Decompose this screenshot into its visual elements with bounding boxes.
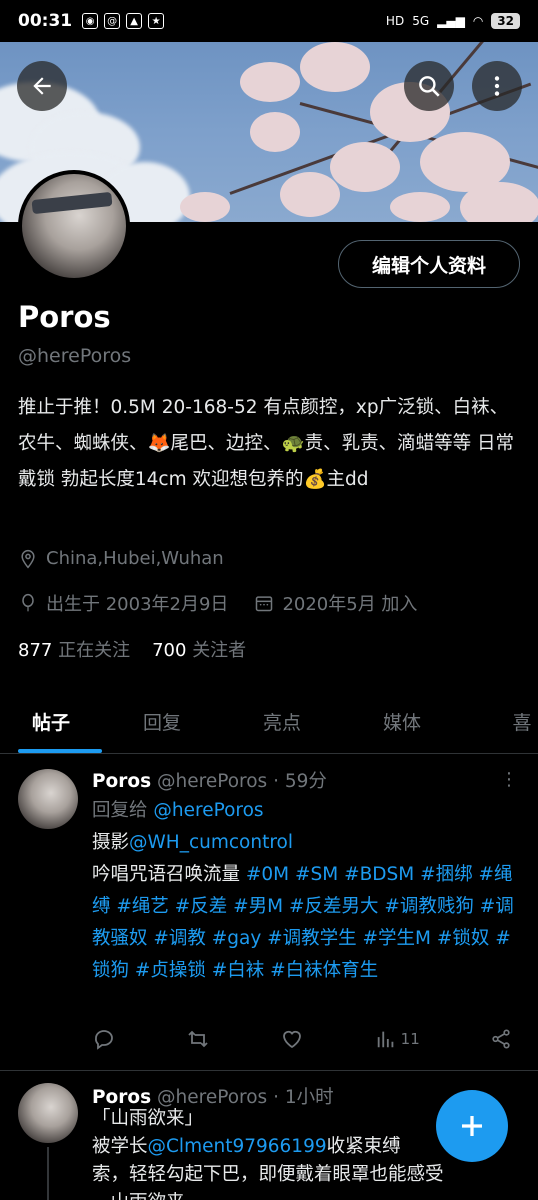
qq-icon: ◉ — [82, 13, 99, 29]
status-time: 00:31 — [18, 11, 73, 31]
game-icon: ★ — [148, 13, 165, 29]
tab-likes[interactable]: 喜 — [462, 690, 538, 753]
network-label: 5G — [412, 14, 430, 28]
more-vertical-icon — [494, 76, 500, 96]
profile-name: Poros — [18, 300, 111, 334]
post-more-icon[interactable]: ⋮ — [500, 769, 518, 790]
birthday-text: 出生于 2003年2月9日 — [46, 594, 229, 615]
joined-text: 2020年5月 加入 — [282, 594, 418, 615]
post-author-handle: @herePoros — [157, 771, 268, 792]
post-text: 回复给 @herePoros 摄影@WH_cumcontrol 吟唱咒语召唤流量… — [92, 795, 522, 987]
post-line2-rest: 收紧束缚 — [326, 1136, 401, 1157]
reply-mention-link[interactable]: @herePoros — [153, 800, 263, 821]
system-icons: HD 5G ▂▄▆ ◠ 32 — [386, 13, 520, 29]
status-bar: 00:31 ◉ @ ▲ ★ HD 5G ▂▄▆ ◠ 32 — [0, 0, 538, 42]
post-item[interactable]: Poros @herePoros · 59分 ⋮ 回复给 @herePoros … — [0, 755, 538, 1070]
followers-link[interactable]: 700 关注者 — [152, 636, 246, 662]
post-line4: …山雨欲来 … — [92, 1189, 522, 1200]
comment-icon — [95, 1030, 113, 1050]
plus-icon — [462, 1116, 482, 1136]
profile-handle: @herePoros — [18, 345, 132, 367]
thread-line — [47, 1147, 49, 1200]
profile-avatar[interactable] — [18, 170, 130, 282]
reply-button[interactable] — [92, 1027, 116, 1051]
post-line3: 索，轻轻勾起下巴，即便戴着眼罩也能感受 — [92, 1164, 444, 1185]
post-line2-text: 被学长 — [92, 1136, 148, 1157]
follow-stats: 877 正在关注 700 关注者 — [18, 636, 246, 662]
followers-count: 700 — [152, 640, 187, 661]
repost-icon — [188, 1030, 208, 1048]
tab-media[interactable]: 媒体 — [342, 690, 462, 753]
post-line1-text: 摄影 — [92, 832, 130, 853]
signal-icon: ▂▄▆ — [437, 14, 465, 28]
mention-link[interactable]: @WH_cumcontrol — [129, 832, 293, 853]
post-header: Poros @herePoros · 59分 — [92, 767, 327, 793]
dates-row: 出生于 2003年2月9日 2020年5月 加入 — [18, 590, 417, 616]
post-actions: 11 — [92, 1027, 512, 1051]
profile-bio: 推止于推！0.5M 20-168-52 有点颜控，xp广泛锁、白袜、农牛、蜘蛛侠… — [18, 397, 514, 490]
post-avatar[interactable] — [18, 1083, 78, 1143]
notification-icons: ◉ @ ▲ ★ — [82, 13, 165, 29]
at-icon: @ — [104, 13, 121, 29]
views-button[interactable]: 11 — [375, 1027, 420, 1051]
bar-chart-icon — [377, 1031, 393, 1048]
post-line2-text: 吟唱咒语召唤流量 — [92, 864, 246, 885]
search-button[interactable] — [404, 61, 454, 111]
app-icon: ▲ — [126, 13, 143, 29]
share-button[interactable] — [490, 1027, 512, 1051]
following-label: 正在关注 — [58, 640, 131, 661]
tab-replies[interactable]: 回复 — [102, 690, 222, 753]
search-icon — [419, 76, 440, 97]
views-count: 11 — [400, 1030, 420, 1048]
reply-prefix: 回复给 — [92, 800, 154, 821]
profile-tabs: 帖子 回复 亮点 媒体 喜 — [0, 690, 538, 754]
balloon-icon — [22, 593, 34, 612]
battery-icon: 32 — [491, 13, 520, 29]
repost-button[interactable] — [186, 1027, 210, 1051]
following-count: 877 — [18, 640, 53, 661]
back-arrow-icon — [33, 77, 51, 95]
post-time: · 59分 — [273, 771, 327, 792]
tab-posts[interactable]: 帖子 — [0, 690, 102, 753]
share-icon — [492, 1029, 510, 1049]
post-avatar[interactable] — [18, 769, 78, 829]
location-text: China,Hubei,Wuhan — [46, 548, 224, 569]
location-pin-icon — [21, 549, 35, 568]
followers-label: 关注者 — [192, 640, 247, 661]
like-button[interactable] — [280, 1027, 304, 1051]
mention-link[interactable]: @Clment97966199 — [148, 1136, 327, 1157]
hd-icon: HD — [385, 14, 405, 28]
post-author-name: Poros — [92, 771, 152, 792]
location-row: China,Hubei,Wuhan — [18, 548, 224, 569]
more-options-button[interactable] — [472, 61, 522, 111]
calendar-icon — [256, 596, 273, 612]
compose-button[interactable] — [436, 1090, 508, 1162]
wifi-icon: ◠ — [472, 14, 484, 28]
edit-profile-button[interactable]: 编辑个人资料 — [338, 240, 520, 288]
heart-icon — [283, 1030, 302, 1049]
tab-highlights[interactable]: 亮点 — [222, 690, 342, 753]
back-button[interactable] — [17, 61, 67, 111]
following-link[interactable]: 877 正在关注 — [18, 636, 130, 662]
